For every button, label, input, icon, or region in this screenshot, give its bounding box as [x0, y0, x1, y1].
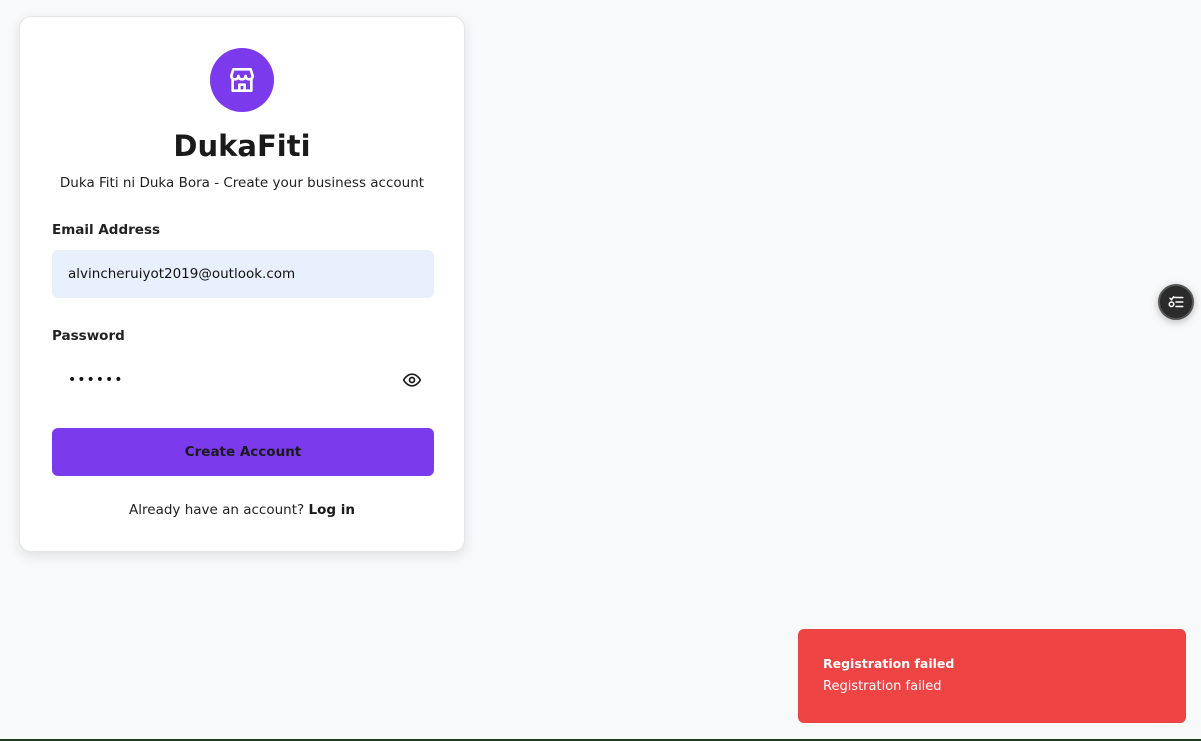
email-label: Email Address: [52, 222, 161, 238]
login-link[interactable]: Log in: [308, 502, 354, 518]
error-toast[interactable]: Registration failed Registration failed: [798, 629, 1186, 723]
eye-icon[interactable]: [402, 370, 422, 390]
email-value: alvincheruiyot2019@outlook.com: [68, 266, 296, 282]
toast-description: Registration failed: [823, 679, 942, 694]
signup-card: DukaFiti Duka Fiti ni Duka Bora - Create…: [19, 16, 465, 552]
password-label: Password: [52, 328, 125, 344]
toast-title: Registration failed: [823, 656, 955, 671]
list-settings-icon: [1168, 296, 1184, 308]
login-prompt: Already have an account? Log in: [20, 502, 464, 518]
app-title: DukaFiti: [173, 129, 311, 163]
email-field[interactable]: alvincheruiyot2019@outlook.com: [52, 250, 434, 298]
create-account-button[interactable]: Create Account: [52, 428, 434, 476]
password-field[interactable]: ••••••: [52, 356, 434, 404]
store-logo: [210, 48, 274, 112]
store-icon: [230, 68, 254, 92]
login-prompt-text: Already have an account?: [129, 502, 305, 518]
app-tagline: Duka Fiti ni Duka Bora - Create your bus…: [59, 175, 425, 191]
floating-tools-button[interactable]: [1158, 284, 1194, 320]
password-value: ••••••: [68, 372, 124, 388]
